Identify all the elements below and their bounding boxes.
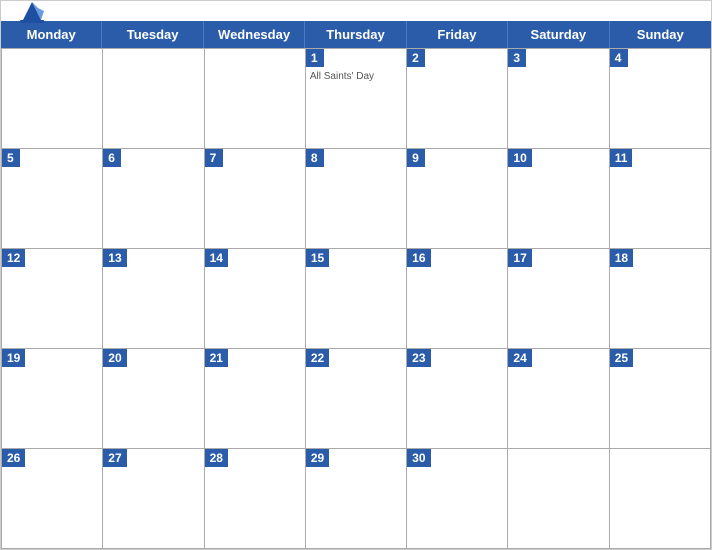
day-cell xyxy=(508,449,609,549)
day-number: 15 xyxy=(306,249,329,267)
day-number: 26 xyxy=(2,449,25,467)
day-number: 30 xyxy=(407,449,430,467)
day-number: 11 xyxy=(610,149,633,167)
day-number: 18 xyxy=(610,249,633,267)
day-cell: 22 xyxy=(306,349,407,449)
day-cell xyxy=(103,49,204,149)
calendar: MondayTuesdayWednesdayThursdayFridaySatu… xyxy=(0,0,712,550)
logo-icon xyxy=(17,0,47,26)
day-number: 16 xyxy=(407,249,430,267)
day-cell: 25 xyxy=(610,349,711,449)
day-number: 2 xyxy=(407,49,425,67)
day-cell: 12 xyxy=(2,249,103,349)
day-cell: 27 xyxy=(103,449,204,549)
day-number: 7 xyxy=(205,149,223,167)
day-number: 8 xyxy=(306,149,324,167)
day-cell: 6 xyxy=(103,149,204,249)
day-number: 13 xyxy=(103,249,126,267)
day-cell: 21 xyxy=(205,349,306,449)
day-number: 19 xyxy=(2,349,25,367)
day-number: 5 xyxy=(2,149,20,167)
weekday-cell-wednesday: Wednesday xyxy=(204,21,305,48)
logo xyxy=(17,0,51,26)
day-cell: 1 All Saints' Day xyxy=(306,49,407,149)
day-cell: 3 xyxy=(508,49,609,149)
day-cell xyxy=(205,49,306,149)
day-cell xyxy=(610,449,711,549)
day-cell: 9 xyxy=(407,149,508,249)
day-cell: 14 xyxy=(205,249,306,349)
day-cell: 10 xyxy=(508,149,609,249)
day-number: 20 xyxy=(103,349,126,367)
day-cell: 13 xyxy=(103,249,204,349)
weekdays-row: MondayTuesdayWednesdayThursdayFridaySatu… xyxy=(1,21,711,48)
day-event: All Saints' Day xyxy=(306,69,406,84)
day-number: 6 xyxy=(103,149,121,167)
day-cell: 7 xyxy=(205,149,306,249)
weekday-cell-thursday: Thursday xyxy=(305,21,406,48)
weekday-cell-saturday: Saturday xyxy=(508,21,609,48)
day-number: 12 xyxy=(2,249,25,267)
weekday-cell-tuesday: Tuesday xyxy=(102,21,203,48)
day-number: 4 xyxy=(610,49,628,67)
day-cell: 2 xyxy=(407,49,508,149)
day-cell xyxy=(2,49,103,149)
calendar-header xyxy=(1,1,711,21)
day-cell: 24 xyxy=(508,349,609,449)
day-cell: 17 xyxy=(508,249,609,349)
day-number: 27 xyxy=(103,449,126,467)
day-number: 17 xyxy=(508,249,531,267)
day-cell: 15 xyxy=(306,249,407,349)
day-cell: 16 xyxy=(407,249,508,349)
day-number: 24 xyxy=(508,349,531,367)
day-number: 23 xyxy=(407,349,430,367)
day-cell: 29 xyxy=(306,449,407,549)
day-number: 1 xyxy=(306,49,324,67)
day-cell: 18 xyxy=(610,249,711,349)
day-number: 14 xyxy=(205,249,228,267)
day-number: 29 xyxy=(306,449,329,467)
weekday-cell-friday: Friday xyxy=(407,21,508,48)
day-number: 22 xyxy=(306,349,329,367)
weekday-cell-sunday: Sunday xyxy=(610,21,711,48)
day-cell: 4 xyxy=(610,49,711,149)
day-cell: 30 xyxy=(407,449,508,549)
day-number: 25 xyxy=(610,349,633,367)
day-cell: 5 xyxy=(2,149,103,249)
days-grid: 1All Saints' Day234567891011121314151617… xyxy=(1,48,711,549)
day-number: 9 xyxy=(407,149,425,167)
day-number: 3 xyxy=(508,49,526,67)
day-number: 28 xyxy=(205,449,228,467)
day-number: 10 xyxy=(508,149,531,167)
day-number: 21 xyxy=(205,349,228,367)
day-cell: 26 xyxy=(2,449,103,549)
day-cell: 28 xyxy=(205,449,306,549)
day-cell: 8 xyxy=(306,149,407,249)
day-cell: 20 xyxy=(103,349,204,449)
day-cell: 19 xyxy=(2,349,103,449)
day-cell: 11 xyxy=(610,149,711,249)
day-cell: 23 xyxy=(407,349,508,449)
